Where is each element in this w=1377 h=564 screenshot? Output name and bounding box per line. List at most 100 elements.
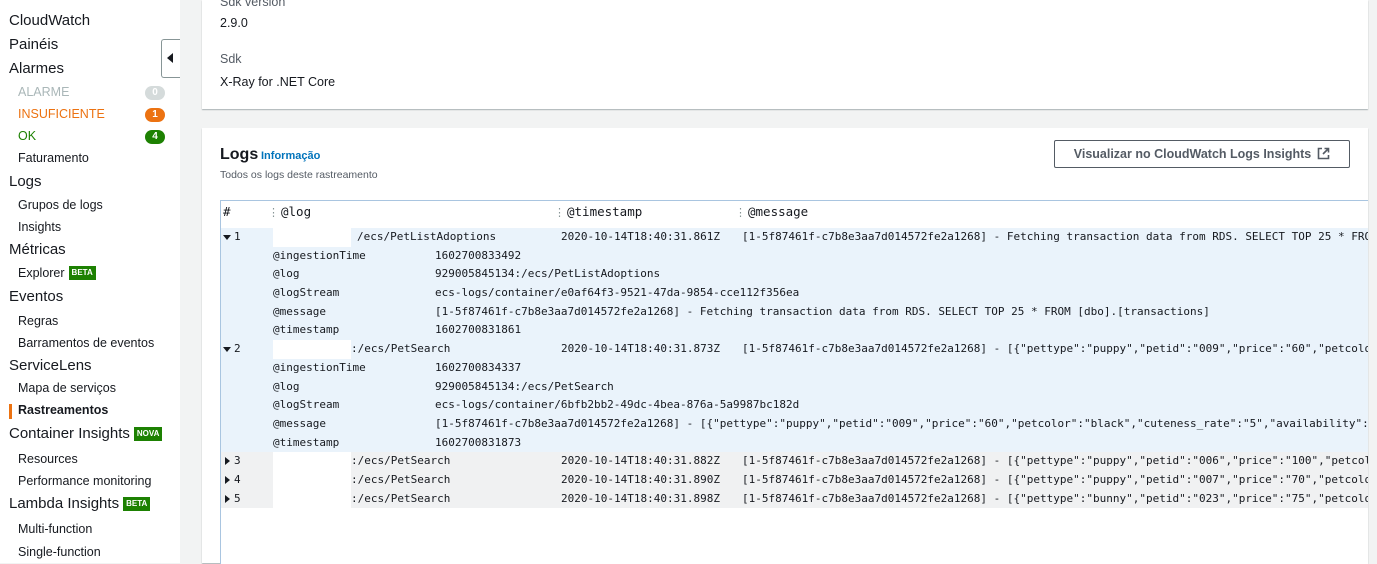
sidebar-nav: CloudWatch Painéis Alarmes ALARME 0 INSUFICIE…	[0, 0, 180, 563]
sidebar-item-resources[interactable]: Resources	[18, 452, 78, 466]
sidebar-item-label: Alarmes	[9, 60, 65, 77]
alarm-count-badge: 4	[145, 130, 165, 144]
field-key: @timestamp	[273, 323, 340, 337]
log-row[interactable]: 2:/ecs/PetSearch 2020-10-14T18:40:31.873Z…	[221, 340, 1368, 359]
caret-left-icon	[167, 53, 173, 63]
sidebar-item-servicelens[interactable]: ServiceLens	[9, 357, 92, 374]
sidebar-item-logs[interactable]: Logs	[9, 173, 42, 190]
row-timestamp: 2020-10-14T18:40:31.882Z	[561, 454, 720, 468]
sidebar-item-mapa-de-servicos[interactable]: Mapa de serviços	[18, 381, 116, 395]
column-resize-icon[interactable]: ⋮	[268, 206, 279, 219]
field-value: 1602700831861	[435, 323, 522, 337]
row-log: :/ecs/PetSearch	[351, 342, 451, 356]
sidebar-item-label: Barramentos de eventos	[18, 336, 155, 350]
collapse-row-icon[interactable]	[223, 347, 231, 353]
column-header-log[interactable]: ⋮ @log	[268, 204, 311, 219]
sidebar-item-paineis[interactable]: Painéis	[9, 36, 58, 53]
row-timestamp: 2020-10-14T18:40:31.890Z	[561, 473, 720, 487]
sidebar-item-label: Regras	[18, 314, 59, 328]
column-header-num: #	[223, 204, 231, 219]
row-number: 3	[234, 454, 241, 468]
sidebar-item-label: Painéis	[9, 36, 59, 53]
row-number: 1	[234, 230, 241, 243]
external-link-icon	[1317, 147, 1330, 160]
row-number: 5	[234, 491, 241, 505]
expand-row-icon[interactable]	[225, 457, 230, 466]
sidebar-item-ok[interactable]: OK	[18, 129, 36, 143]
redacted-account-id	[273, 340, 351, 359]
sidebar-item-insights[interactable]: Insights	[18, 220, 61, 234]
redacted-account-id	[273, 228, 351, 247]
sidebar-item-label: Lambda Insights	[9, 495, 120, 512]
log-row[interactable]: 5:/ecs/PetSearch 2020-10-14T18:40:31.898Z…	[221, 489, 1368, 509]
sdk-version-label: Sdk version	[220, 0, 286, 9]
sidebar-item-label: Faturamento	[18, 151, 89, 165]
log-row[interactable]: 4 :/ecs/PetSearch 2020-10-14T18:40:31.890Z…	[221, 471, 1368, 490]
redacted-account-id	[273, 471, 351, 490]
sidebar-item-barramentos-de-eventos[interactable]: Barramentos de eventos	[18, 336, 154, 350]
column-resize-icon[interactable]: ⋮	[554, 206, 565, 219]
log-row[interactable]: 3 :/ecs/PetSearch 2020-10-14T18:40:31.882Z…	[221, 452, 1368, 472]
sidebar-item-cloudwatch[interactable]: CloudWatch	[9, 12, 90, 29]
row-message: [1-5f87461f-c7b8e3aa7d014572fe2a1268] - …	[742, 230, 1368, 243]
field-key: @log	[273, 267, 300, 281]
field-value: 1602700833492	[435, 248, 522, 262]
row-message: [1-5f87461f-c7b8e3aa7d014572fe2a1268] - …	[742, 342, 1368, 356]
view-in-logs-insights-button[interactable]: Visualizar no CloudWatch Logs Insights	[1054, 140, 1350, 168]
sidebar-item-alarmes[interactable]: Alarmes	[9, 60, 64, 77]
field-key: @ingestionTime	[273, 360, 366, 374]
log-row[interactable]: 1/ecs/PetListAdoptions 2020-10-14T18:40:3…	[221, 228, 1368, 247]
column-header-timestamp[interactable]: ⋮ @timestamp	[554, 204, 642, 219]
sidebar-item-insuficiente[interactable]: INSUFICIENTE	[18, 107, 105, 121]
collapse-row-icon[interactable]	[223, 235, 231, 240]
sidebar-item-eventos[interactable]: Eventos	[9, 288, 63, 305]
expand-row-icon[interactable]	[225, 494, 230, 503]
sidebar-item-explorer[interactable]: Explorer BETA	[18, 266, 96, 280]
sidebar-item-label: Rastreamentos	[18, 403, 109, 417]
row-log: :/ecs/PetSearch	[351, 454, 451, 468]
field-value: 929005845134:/ecs/PetSearch	[435, 379, 614, 393]
log-row-details: @ingestionTime 1602700833492 @log 929005845…	[221, 246, 1368, 341]
sidebar-item-metricas[interactable]: Métricas	[9, 241, 66, 258]
badge-nova: NOVA	[133, 427, 163, 441]
expand-row-icon[interactable]	[225, 476, 230, 485]
sidebar-item-label: Resources	[18, 452, 78, 466]
row-log: :/ecs/PetSearch	[351, 491, 451, 505]
sidebar-item-label: Performance monitoring	[18, 474, 152, 488]
sidebar-item-label: Grupos de logs	[18, 198, 103, 212]
logs-table: # ⋮ @log ⋮ @timestamp ⋮ @message 1/ecs/PetL…	[220, 200, 1368, 564]
sidebar-item-faturamento[interactable]: Faturamento	[18, 151, 89, 165]
sidebar-item-label: Mapa de serviços	[18, 381, 116, 395]
row-message: [1-5f87461f-c7b8e3aa7d014572fe2a1268] - …	[742, 473, 1368, 487]
row-timestamp: 2020-10-14T18:40:31.861Z	[561, 230, 720, 243]
field-value: ecs-logs/container/6bfb2bb2-49dc-4bea-87…	[435, 398, 800, 412]
sidebar-item-label: Single-function	[18, 545, 101, 559]
sidebar-item-lambda-insights[interactable]: Lambda Insights BETA	[9, 495, 151, 512]
sidebar-item-label: Explorer	[18, 266, 65, 280]
sidebar-item-performance-monitoring[interactable]: Performance monitoring	[18, 474, 151, 488]
field-value: 1602700831873	[435, 435, 522, 449]
sidebar-item-alarme[interactable]: ALARME	[18, 85, 69, 99]
row-log: :/ecs/PetSearch	[351, 473, 451, 487]
sidebar-item-label: Logs	[9, 173, 42, 190]
trace-details-panel: Sdk version 2.9.0 Sdk X-Ray for .NET Cor…	[202, 0, 1368, 109]
sidebar-item-multi-function[interactable]: Multi-function	[18, 522, 92, 536]
sidebar-item-regras[interactable]: Regras	[18, 314, 58, 328]
column-header-message[interactable]: ⋮ @message	[735, 204, 808, 219]
collapse-sidebar-button[interactable]	[161, 39, 180, 78]
info-link[interactable]: Informação	[261, 150, 320, 162]
badge-beta: BETA	[123, 497, 151, 511]
sidebar-item-label: Eventos	[9, 288, 64, 305]
sidebar-item-label: Multi-function	[18, 522, 93, 536]
field-key: @ingestionTime	[273, 248, 366, 262]
column-resize-icon[interactable]: ⋮	[735, 206, 746, 219]
insights-button-label: Visualizar no CloudWatch Logs Insights	[1073, 147, 1312, 161]
sidebar-item-grupos-de-logs[interactable]: Grupos de logs	[18, 198, 103, 212]
field-key: @timestamp	[273, 435, 340, 449]
sidebar-item-single-function[interactable]: Single-function	[18, 545, 101, 559]
sidebar-item-rastreamentos[interactable]: Rastreamentos	[18, 403, 108, 417]
row-number: 4	[234, 473, 241, 487]
row-number: 2	[234, 342, 241, 356]
sidebar-item-container-insights[interactable]: Container Insights NOVA	[9, 425, 163, 442]
logs-panel: Logs Informação Todos os logs deste rast…	[202, 128, 1368, 564]
